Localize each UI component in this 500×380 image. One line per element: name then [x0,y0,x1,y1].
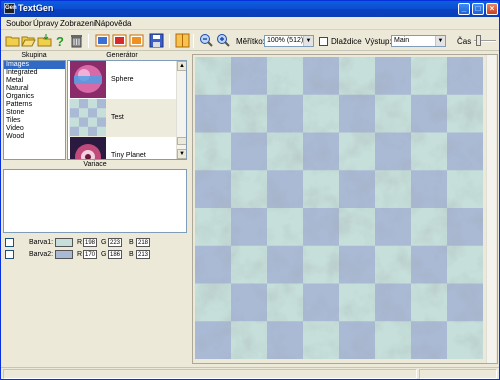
generator-item-tiny-planet[interactable]: Tiny Planet [69,137,176,159]
group-list[interactable]: Images Integrated Metal Natural Organics Patt… [3,60,66,160]
generator-label: Tiny Planet [111,152,146,159]
chevron-down-icon[interactable]: ▼ [303,36,313,46]
color1-row: Barva1: R 198 G 223 B 218 [5,237,180,248]
color1-r-label: R [77,239,83,246]
group-item-stone[interactable]: Stone [4,109,65,117]
group-header: Skupina [21,52,47,59]
output-select[interactable]: Main ▼ [391,35,446,47]
zoom-value: 100% (512) [267,37,304,44]
generator-header: Generátor [106,52,138,59]
tile-label: Dlaždice [331,37,362,46]
help-icon[interactable]: ? [53,33,68,48]
open-folder-icon[interactable] [21,33,36,48]
preview-orange-icon[interactable] [129,33,144,48]
maximize-button[interactable]: □ [472,3,484,15]
menu-file[interactable]: Soubor [6,19,32,28]
group-item-integrated[interactable]: Integrated [4,69,65,77]
color2-r-field[interactable]: 170 [83,250,97,259]
chevron-down-icon[interactable]: ▼ [435,36,445,46]
color2-b-field[interactable]: 213 [136,250,150,259]
group-item-tiles[interactable]: Tiles [4,117,65,125]
color2-g-field[interactable]: 186 [108,250,122,259]
group-item-patterns[interactable]: Patterns [4,101,65,109]
output-value: Main [394,37,410,44]
tile-view-icon[interactable] [175,33,190,48]
scroll-thumb[interactable] [177,137,186,145]
color1-b-field[interactable]: 218 [136,238,150,247]
preview-red-icon[interactable] [112,33,127,48]
zoom-label: Měřítko: [236,37,265,46]
group-item-organics[interactable]: Organics [4,93,65,101]
color1-g-field[interactable]: 223 [108,238,122,247]
menu-help[interactable]: Nápověda [95,19,131,28]
color1-g-label: G [101,239,107,246]
color1-checkbox[interactable] [5,238,14,247]
texture-preview [195,57,483,359]
status-bar [1,367,499,379]
group-item-wood[interactable]: Wood [4,133,65,141]
preview-blue-icon[interactable] [95,33,110,48]
generator-scrollbar[interactable]: ▲ ▼ [176,61,186,159]
test-thumbnail [70,99,106,136]
color2-g-label: G [101,251,107,258]
new-folder-icon[interactable] [5,33,20,48]
menu-edit[interactable]: Úpravy [33,19,58,28]
status-cell-main [3,369,417,379]
group-item-metal[interactable]: Metal [4,77,65,85]
color1-b-label: B [129,239,134,246]
variations-header: Variace [83,161,107,168]
color2-swatch[interactable] [55,250,73,259]
generator-label: Test [111,114,124,121]
zoom-out-icon[interactable] [199,33,214,48]
color2-r-label: R [77,251,83,258]
time-label: Čas [457,37,472,46]
window-title: TextGen [18,3,54,13]
texture-view[interactable] [192,54,498,364]
output-label: Výstup: [365,37,392,46]
tile-checkbox[interactable] [319,37,328,46]
generator-item-test[interactable]: Test [69,99,176,137]
generator-item-sphere[interactable]: Sphere [69,61,176,99]
app-icon: Gen [4,3,17,14]
generator-label: Sphere [111,76,134,83]
save-icon[interactable] [149,33,164,48]
toolbar-separator [169,34,170,48]
color1-swatch[interactable] [55,238,73,247]
color1-label: Barva1: [29,239,54,246]
minimize-button[interactable]: _ [458,3,470,15]
toolbar-separator [193,34,194,48]
trash-icon[interactable] [69,33,84,48]
color1-r-field[interactable]: 198 [83,238,97,247]
sphere-thumbnail [70,61,106,98]
scroll-up-icon[interactable]: ▲ [177,61,186,71]
main-window: Gen TextGen _ □ × Soubor Úpravy Zobrazen… [0,0,500,380]
toolbar-separator [88,34,89,48]
menu-bar: Soubor Úpravy Zobrazení Nápověda [1,17,499,30]
status-cell-secondary [419,369,497,379]
color2-checkbox[interactable] [5,250,14,259]
time-slider-thumb[interactable] [476,35,481,46]
zoom-select[interactable]: 100% (512) ▼ [264,35,314,47]
scroll-down-icon[interactable]: ▼ [177,149,186,159]
variations-list[interactable] [3,169,187,233]
tiny-planet-thumbnail [70,137,106,159]
color2-row: Barva2: R 170 G 186 B 213 [5,249,180,260]
group-item-video[interactable]: Video [4,125,65,133]
zoom-in-icon[interactable] [216,33,231,48]
import-folder-icon[interactable] [37,33,52,48]
generator-list[interactable]: Sphere Test Tiny Planet ▲ ▼ [67,60,187,160]
color2-label: Barva2: [29,251,54,258]
svg-text:?: ? [56,34,64,48]
title-bar[interactable]: Gen TextGen _ □ × [1,1,499,17]
menu-view[interactable]: Zobrazení [60,19,96,28]
color2-b-label: B [129,251,134,258]
toolbar: ? Měřítko: 100% (512) ▼ Dlaždice Výstup:… [1,31,499,51]
close-button[interactable]: × [486,3,498,15]
group-item-images[interactable]: Images [4,61,65,69]
view-scrollbar[interactable] [486,55,496,363]
group-item-natural[interactable]: Natural [4,85,65,93]
